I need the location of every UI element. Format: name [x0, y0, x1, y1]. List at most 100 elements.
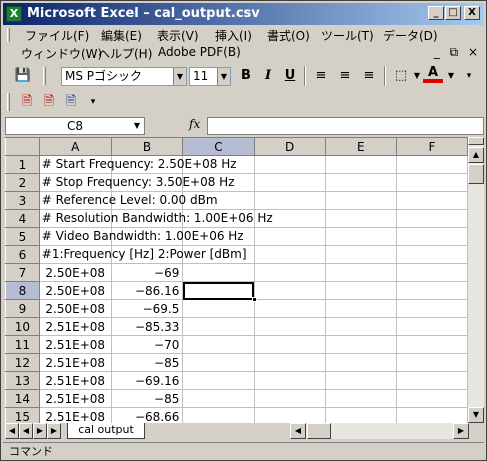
row-header[interactable]: 2	[5, 173, 40, 192]
cell-a[interactable]: 2.51E+08	[38, 407, 112, 423]
row-header[interactable]: 13	[5, 371, 40, 390]
cell-f[interactable]	[395, 371, 468, 390]
cell-f[interactable]	[395, 335, 468, 354]
cell-e[interactable]	[324, 317, 397, 336]
align-right-icon[interactable]: ≡	[359, 66, 379, 86]
maximize-button[interactable]: □	[445, 6, 461, 20]
scroll-left-button[interactable]: ◀	[290, 423, 306, 439]
cell-a[interactable]: #1:Frequency [Hz] 2:Power [dBm]	[38, 245, 247, 264]
scroll-thumb[interactable]	[468, 164, 484, 184]
toolbar-grip[interactable]	[7, 93, 10, 111]
cell-e[interactable]	[324, 335, 397, 354]
cell-f[interactable]	[395, 353, 468, 372]
cell-a[interactable]: # Reference Level: 0.00 dBm	[38, 191, 218, 210]
font-name-combo[interactable]: MS Pゴシック ▼	[61, 67, 187, 86]
cell-d[interactable]	[253, 353, 326, 372]
column-header-c[interactable]: C	[182, 137, 255, 156]
excel-app-icon[interactable]: X	[6, 6, 22, 22]
cell-c[interactable]	[182, 371, 255, 390]
cell-c[interactable]	[182, 299, 255, 318]
pdf-email-icon[interactable]: 🗎	[39, 92, 59, 112]
name-box[interactable]: C8 ▼	[5, 117, 145, 135]
row-header[interactable]: 15	[5, 407, 40, 423]
chevron-down-icon[interactable]: ▼	[441, 66, 461, 86]
menu-file[interactable]: ファイル(F)	[25, 27, 89, 44]
row-header[interactable]: 10	[5, 317, 40, 336]
cell-e[interactable]	[324, 191, 397, 210]
menu-window[interactable]: ウィンドウ(W)	[21, 45, 102, 62]
doc-close-button[interactable]: ×	[468, 45, 478, 59]
cell-d[interactable]	[253, 281, 326, 300]
font-color-button[interactable]: A	[423, 65, 443, 83]
cell-b[interactable]: −85.33	[110, 317, 184, 336]
cell-e[interactable]	[324, 353, 397, 372]
cell-b[interactable]: −69	[110, 263, 184, 282]
cell-e[interactable]	[324, 173, 397, 192]
scroll-right-button[interactable]: ▶	[453, 423, 469, 439]
first-sheet-icon[interactable]: ◀	[5, 423, 19, 439]
cell-a[interactable]: 2.51E+08	[38, 317, 112, 336]
cell-a[interactable]: # Resolution Bandwidth: 1.00E+06 Hz	[38, 209, 273, 228]
row-header[interactable]: 7	[5, 263, 40, 282]
row-header[interactable]: 3	[5, 191, 40, 210]
toolbar-grip[interactable]	[43, 67, 46, 85]
font-size-combo[interactable]: 11 ▼	[189, 67, 231, 86]
worksheet-grid[interactable]: A B C D E F 1 # Start Frequency: 2.50E+08…	[5, 137, 468, 423]
cell-e[interactable]	[324, 227, 397, 246]
cell-f[interactable]	[395, 227, 468, 246]
scroll-down-button[interactable]: ▼	[468, 407, 484, 423]
cell-f[interactable]	[395, 173, 468, 192]
cell-f[interactable]	[395, 317, 468, 336]
title-bar[interactable]: X Microsoft Excel – cal_output.csv _ □ X	[3, 3, 484, 25]
cell-d[interactable]	[253, 191, 326, 210]
sheet-tab-cal-output[interactable]: cal output	[67, 423, 145, 439]
cell-f[interactable]	[395, 299, 468, 318]
menu-view[interactable]: 表示(V)	[157, 27, 199, 44]
cell-d[interactable]	[253, 245, 326, 264]
cell-e[interactable]	[324, 209, 397, 228]
active-cell-c8[interactable]	[182, 281, 257, 302]
next-sheet-icon[interactable]: ▶	[33, 423, 47, 439]
save-icon[interactable]: 💾	[13, 66, 33, 86]
cell-a[interactable]: 2.50E+08	[38, 263, 112, 282]
cell-a[interactable]: 2.50E+08	[38, 281, 112, 300]
chevron-down-icon[interactable]: ▼	[217, 68, 230, 85]
cell-a[interactable]: 2.51E+08	[38, 353, 112, 372]
cell-c[interactable]	[182, 263, 255, 282]
menu-format[interactable]: 書式(O)	[267, 27, 310, 44]
cell-d[interactable]	[253, 173, 326, 192]
italic-button[interactable]: I	[258, 66, 278, 86]
row-header[interactable]: 6	[5, 245, 40, 264]
fx-icon[interactable]: fx	[189, 117, 200, 131]
cell-f[interactable]	[395, 155, 468, 174]
menu-adobe-pdf[interactable]: Adobe PDF(B)	[158, 45, 241, 59]
chevron-down-icon[interactable]: ▼	[173, 68, 186, 85]
cell-d[interactable]	[253, 371, 326, 390]
cell-f[interactable]	[395, 263, 468, 282]
row-header[interactable]: 14	[5, 389, 40, 408]
cell-b[interactable]: −68.66	[110, 407, 184, 423]
vertical-scrollbar[interactable]: ▲ ▼	[468, 137, 484, 423]
cell-c[interactable]	[182, 317, 255, 336]
cell-a[interactable]: # Stop Frequency: 3.50E+08 Hz	[38, 173, 235, 192]
column-header-e[interactable]: E	[324, 137, 397, 156]
cell-a[interactable]: # Video Bandwidth: 1.00E+06 Hz	[38, 227, 244, 246]
cell-a[interactable]: 2.51E+08	[38, 371, 112, 390]
doc-minimize-button[interactable]: _	[434, 45, 440, 59]
cell-f[interactable]	[395, 209, 468, 228]
toolbar-options-icon[interactable]: ▾	[83, 92, 103, 112]
menu-grip[interactable]	[7, 28, 10, 42]
row-header[interactable]: 5	[5, 227, 40, 246]
cell-d[interactable]	[253, 227, 326, 246]
cell-c[interactable]	[182, 335, 255, 354]
row-header[interactable]: 8	[5, 281, 40, 300]
menu-edit[interactable]: 編集(E)	[101, 27, 142, 44]
cell-d[interactable]	[253, 263, 326, 282]
cell-b[interactable]: −69.5	[110, 299, 184, 318]
cell-e[interactable]	[324, 263, 397, 282]
cell-d[interactable]	[253, 155, 326, 174]
doc-restore-icon[interactable]: ⧉	[450, 45, 459, 59]
cell-c[interactable]	[182, 389, 255, 408]
prev-sheet-icon[interactable]: ◀	[19, 423, 33, 439]
cell-d[interactable]	[253, 317, 326, 336]
